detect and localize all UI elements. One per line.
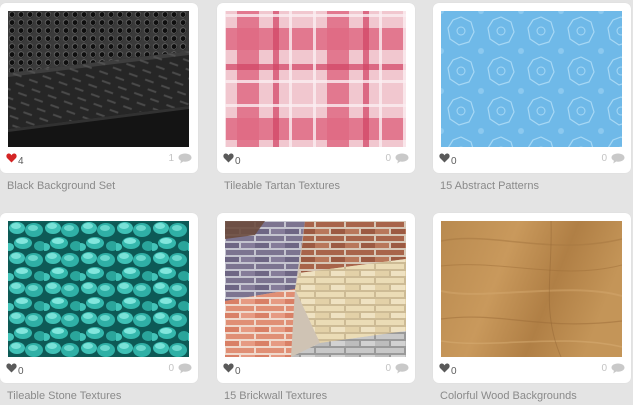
like-count: 0 — [235, 156, 241, 167]
comment-bubble-icon — [395, 153, 409, 164]
card-stats: 0 0 — [6, 363, 192, 379]
like-count: 0 — [451, 366, 457, 377]
card-stats: 4 1 — [6, 153, 192, 169]
like-count: 0 — [235, 366, 241, 377]
comments-link[interactable]: 0 — [385, 153, 409, 164]
card-stats: 0 0 — [223, 363, 409, 379]
like-button[interactable]: 0 — [223, 153, 241, 167]
comments-link[interactable]: 0 — [601, 363, 625, 374]
card-stats: 0 0 — [439, 363, 625, 379]
comment-count: 0 — [601, 153, 607, 164]
comment-count: 1 — [168, 153, 174, 164]
like-button[interactable]: 0 — [439, 153, 457, 167]
comment-count: 0 — [168, 363, 174, 374]
thumbnail-black-background[interactable] — [8, 11, 189, 147]
like-count: 4 — [18, 156, 24, 167]
comments-link[interactable]: 0 — [601, 153, 625, 164]
card-title[interactable]: Black Background Set — [7, 180, 115, 192]
card-stats: 0 0 — [439, 153, 625, 169]
comments-link[interactable]: 0 — [168, 363, 192, 374]
card-title[interactable]: Colorful Wood Backgrounds — [440, 390, 577, 402]
comment-bubble-icon — [178, 363, 192, 374]
texture-card[interactable]: 4 1 — [0, 3, 198, 173]
heart-icon — [223, 153, 234, 163]
thumbnail-tartan[interactable] — [225, 11, 406, 147]
heart-icon — [223, 363, 234, 373]
texture-card[interactable]: 0 0 — [433, 3, 631, 173]
thumbnail-wood[interactable] — [441, 221, 622, 357]
comment-count: 0 — [385, 363, 391, 374]
comment-bubble-icon — [611, 153, 625, 164]
card-stats: 0 0 — [223, 153, 409, 169]
card-title[interactable]: Tileable Stone Textures — [7, 390, 121, 402]
comment-count: 0 — [385, 153, 391, 164]
comments-link[interactable]: 0 — [385, 363, 409, 374]
like-count: 0 — [451, 156, 457, 167]
thumbnail-stone[interactable] — [8, 221, 189, 357]
like-button[interactable]: 0 — [223, 363, 241, 377]
texture-card[interactable]: 0 0 — [0, 213, 198, 383]
comment-bubble-icon — [178, 153, 192, 164]
like-button[interactable]: 0 — [439, 363, 457, 377]
like-count: 0 — [18, 366, 24, 377]
comment-bubble-icon — [395, 363, 409, 374]
thumbnail-abstract-patterns[interactable] — [441, 11, 622, 147]
comments-link[interactable]: 1 — [168, 153, 192, 164]
card-title[interactable]: 15 Brickwall Textures — [224, 390, 327, 402]
thumbnail-brickwall[interactable] — [225, 221, 406, 357]
texture-card[interactable]: 0 0 — [217, 213, 415, 383]
card-title[interactable]: Tileable Tartan Textures — [224, 180, 340, 192]
card-title[interactable]: 15 Abstract Patterns — [440, 180, 539, 192]
texture-card[interactable]: 0 0 — [217, 3, 415, 173]
comment-bubble-icon — [611, 363, 625, 374]
heart-icon — [6, 153, 17, 163]
texture-card[interactable]: 0 0 — [433, 213, 631, 383]
heart-icon — [439, 363, 450, 373]
heart-icon — [439, 153, 450, 163]
heart-icon — [6, 363, 17, 373]
like-button[interactable]: 0 — [6, 363, 24, 377]
like-button[interactable]: 4 — [6, 153, 24, 167]
comment-count: 0 — [601, 363, 607, 374]
